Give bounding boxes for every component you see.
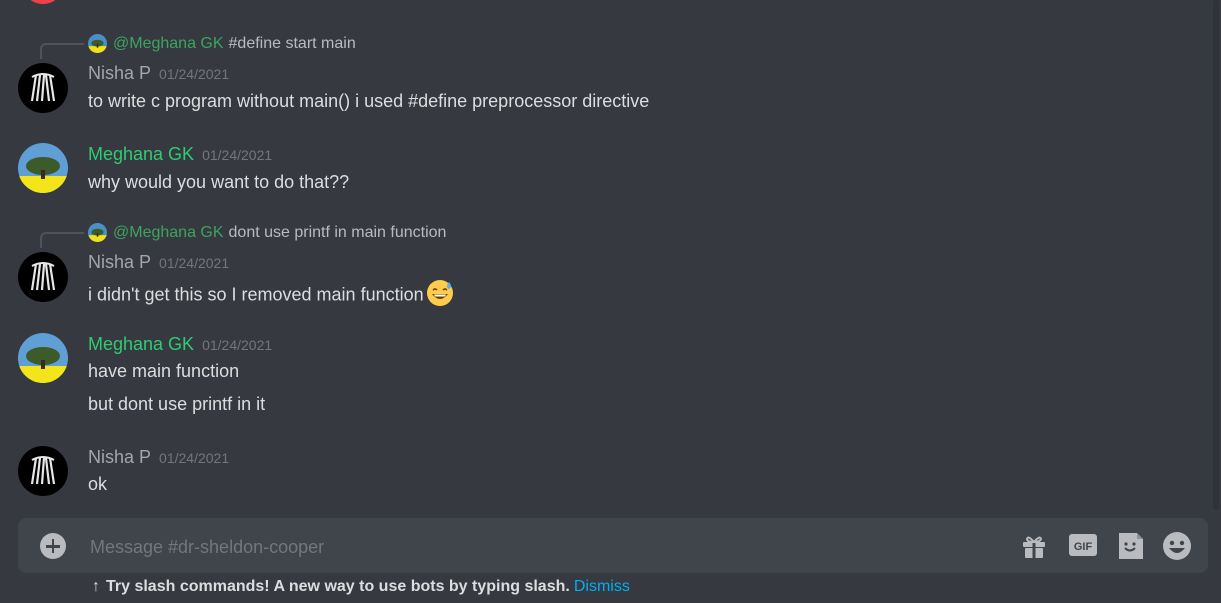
timestamp: 01/24/2021 — [202, 147, 273, 163]
reply-snippet[interactable]: #define start main — [229, 35, 356, 52]
gif-label: GIF — [1074, 541, 1093, 553]
timestamp: 01/24/2021 — [202, 337, 273, 353]
reply-avatar — [88, 34, 107, 53]
hint-text: Try slash commands! A new way to use bot… — [106, 578, 570, 595]
message-text: but dont use printf in it — [88, 394, 266, 414]
message-header: Nisha P 01/24/2021 — [88, 251, 229, 275]
message-header: Meghana GK 01/24/2021 — [88, 143, 272, 167]
reply-spine — [40, 43, 84, 59]
sticker-icon[interactable] — [1115, 531, 1145, 561]
add-attachment-button[interactable] — [40, 533, 66, 559]
avatar[interactable] — [18, 143, 68, 193]
emoji-picker-icon[interactable] — [1162, 531, 1192, 561]
reply-text: @Meghana GK #define start main — [113, 33, 356, 55]
message-text-row: i didn't get this so I removed main func… — [88, 279, 454, 312]
dismiss-link[interactable]: Dismiss — [574, 578, 630, 595]
timestamp: 01/24/2021 — [159, 66, 230, 82]
sweat-smile-emoji-icon[interactable] — [426, 279, 454, 312]
message-input[interactable] — [88, 532, 992, 562]
reply-mention[interactable]: @Meghana GK — [113, 35, 224, 52]
avatar[interactable] — [18, 63, 68, 113]
gif-button[interactable]: GIF — [1068, 531, 1098, 561]
gift-icon[interactable] — [1019, 531, 1049, 561]
message-composer: GIF — [18, 518, 1208, 573]
message-header: Nisha P 01/24/2021 — [88, 446, 229, 470]
reply-spine — [40, 232, 84, 248]
message-header: Nisha P 01/24/2021 — [88, 62, 229, 86]
reply-snippet[interactable]: dont use printf in main function — [229, 224, 447, 241]
avatar[interactable] — [18, 252, 68, 302]
slash-commands-hint: ↑ Try slash commands! A new way to use bo… — [92, 577, 630, 597]
username[interactable]: Nisha P — [88, 447, 151, 467]
reply-reference[interactable]: @Meghana GK #define start main — [0, 33, 1200, 59]
reply-avatar — [88, 223, 107, 242]
scrollbar[interactable] — [1213, 0, 1219, 510]
message-text: why would you want to do that?? — [88, 172, 350, 192]
username[interactable]: Meghana GK — [88, 334, 194, 354]
reply-text: @Meghana GK dont use printf in main funct… — [113, 222, 446, 244]
message-text: i didn't get this so I removed main func… — [88, 284, 424, 305]
reply-mention[interactable]: @Meghana GK — [113, 224, 224, 241]
username[interactable]: Nisha P — [88, 252, 151, 272]
timestamp: 01/24/2021 — [159, 255, 230, 271]
arrow-up-icon: ↑ — [92, 578, 100, 595]
avatar[interactable] — [18, 333, 68, 383]
avatar[interactable] — [18, 446, 68, 496]
reply-reference[interactable]: @Meghana GK dont use printf in main funct… — [0, 222, 1200, 248]
timestamp: 01/24/2021 — [159, 450, 230, 466]
message-header: Meghana GK 01/24/2021 — [88, 333, 272, 357]
username[interactable]: Nisha P — [88, 63, 151, 83]
previous-avatar — [26, 0, 60, 4]
message-text: to write c program without main() i used… — [88, 91, 650, 111]
message-text: have main function — [88, 361, 240, 381]
username[interactable]: Meghana GK — [88, 144, 194, 164]
message-text: ok — [88, 474, 108, 494]
